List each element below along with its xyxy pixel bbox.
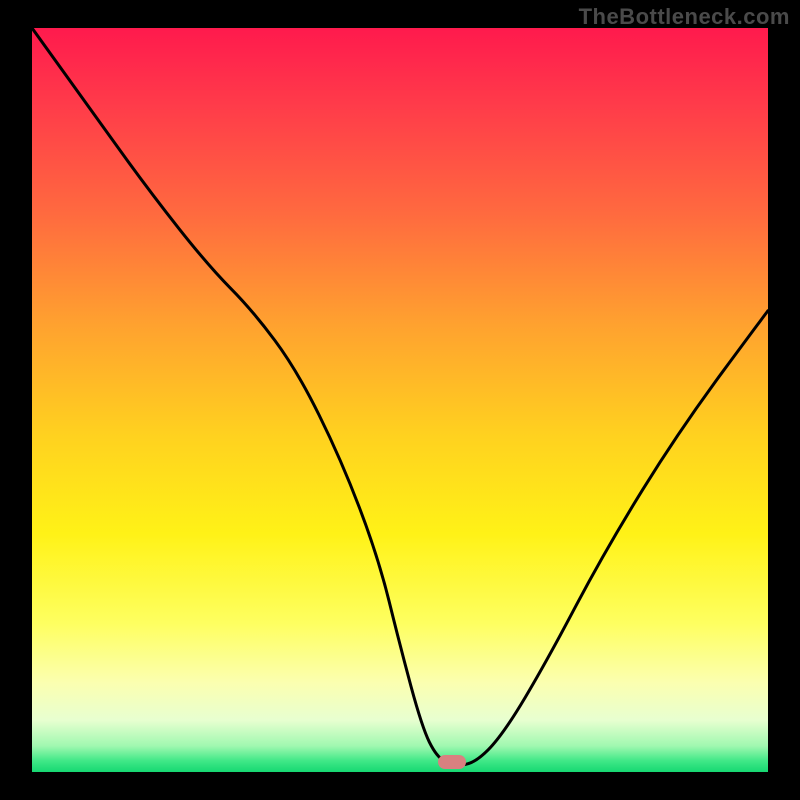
chart-frame: TheBottleneck.com — [0, 0, 800, 800]
plot-area — [32, 28, 768, 772]
bottleneck-curve — [32, 28, 768, 772]
optimal-marker — [438, 755, 466, 769]
watermark-text: TheBottleneck.com — [579, 4, 790, 30]
